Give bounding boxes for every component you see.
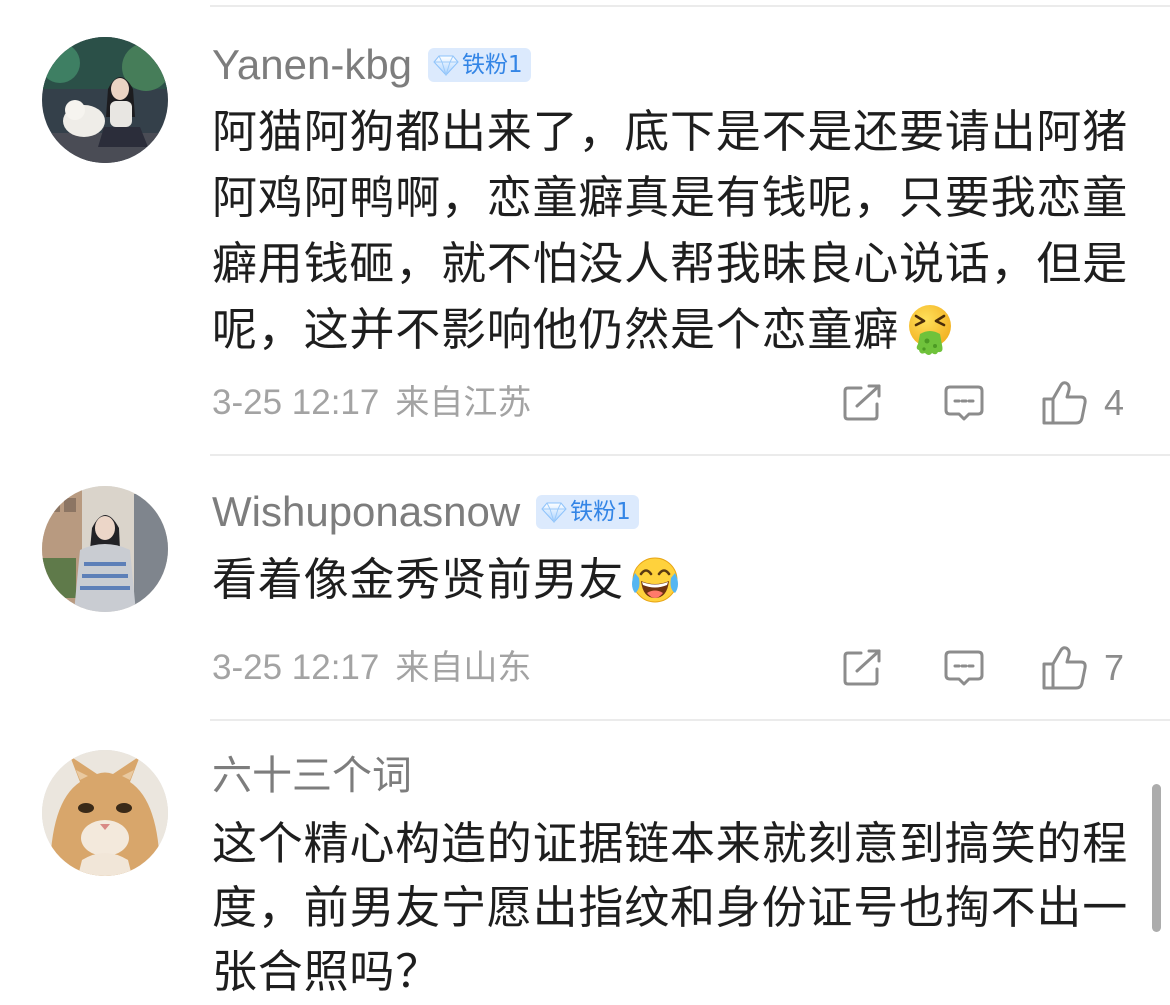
comment-icon xyxy=(944,650,984,686)
vomiting-face-emoji xyxy=(903,303,957,357)
comment-text-segment: 呢，这并不影响他仍然是个恋童癖 xyxy=(212,303,900,356)
username[interactable]: Yanen-kbg xyxy=(212,40,412,90)
share-icon xyxy=(843,384,881,421)
reply-button[interactable] xyxy=(943,384,985,422)
comment-meta: 3-25 12:17 来自江苏 xyxy=(212,383,531,423)
fan-badge[interactable]: 铁粉1 xyxy=(536,495,639,529)
comment-icon xyxy=(944,385,984,421)
thumbs-up-icon xyxy=(1042,646,1087,690)
comment-text-line: 张合照吗？ xyxy=(212,945,442,998)
divider xyxy=(210,719,1170,721)
avatar-image xyxy=(42,750,168,876)
avatar[interactable] xyxy=(42,750,168,876)
comment-text-line: 这个精心构造的证据链本来就刻意到搞笑的程 xyxy=(212,817,1129,870)
comment-text-line: 阿猫阿狗都出来了，底下是不是还要请出阿猪 xyxy=(212,105,1129,158)
laughing-crying-emoji xyxy=(628,553,682,607)
diamond-icon xyxy=(433,54,459,76)
comment-text-line: 度，前男友宁愿出指纹和身份证号也掏不出一 xyxy=(212,881,1129,934)
divider xyxy=(210,5,1170,7)
badge-label: 铁粉1 xyxy=(570,499,631,525)
avatar-image xyxy=(42,486,168,612)
like-button[interactable] xyxy=(1040,645,1088,691)
scrollbar[interactable] xyxy=(1152,784,1161,932)
thumbs-up-icon xyxy=(1042,381,1087,425)
comment-header: 六十三个词 xyxy=(212,751,412,801)
like-count: 7 xyxy=(1104,647,1125,688)
username[interactable]: 六十三个词 xyxy=(212,751,412,801)
like-count: 4 xyxy=(1104,382,1125,423)
avatar[interactable] xyxy=(42,37,168,163)
share-button[interactable] xyxy=(841,649,883,687)
badge-label: 铁粉1 xyxy=(462,52,523,78)
comment-text-line-last: 呢，这并不影响他仍然是个恋童癖 xyxy=(212,297,1142,363)
comment-text-line: 看着像金秀贤前男友 xyxy=(212,547,1142,613)
comment-text: 阿猫阿狗都出来了，底下是不是还要请出阿猪 阿鸡阿鸭啊，恋童癖真是有钱呢，只要我恋… xyxy=(212,99,1142,363)
comment-text-line: 癖用钱砸，就不怕没人帮我昧良心说话，但是 xyxy=(212,237,1129,290)
comment-text: 看着像金秀贤前男友 xyxy=(212,547,1142,613)
diamond-icon xyxy=(541,501,567,523)
divider xyxy=(210,454,1170,456)
comment-location: 来自江苏 xyxy=(395,383,532,423)
comment-text-segment: 看着像金秀贤前男友 xyxy=(212,553,625,606)
comment-header: Yanen-kbg 铁粉1 xyxy=(212,40,531,90)
comment-meta: 3-25 12:17 来自山东 xyxy=(212,648,531,688)
share-icon xyxy=(843,649,881,686)
comment-text: 这个精心构造的证据链本来就刻意到搞笑的程 度，前男友宁愿出指纹和身份证号也掏不出… xyxy=(212,812,1142,1004)
avatar-image xyxy=(42,37,168,163)
like-button[interactable] xyxy=(1040,380,1088,426)
fan-badge[interactable]: 铁粉1 xyxy=(428,48,531,82)
username[interactable]: Wishuponasnow xyxy=(212,487,520,537)
share-button[interactable] xyxy=(841,384,883,422)
avatar[interactable] xyxy=(42,486,168,612)
reply-button[interactable] xyxy=(943,649,985,687)
comment-location: 来自山东 xyxy=(395,648,532,688)
comment-time: 3-25 12:17 xyxy=(212,383,380,422)
comment-text-line: 阿鸡阿鸭啊，恋童癖真是有钱呢，只要我恋童 xyxy=(212,171,1129,224)
comment-header: Wishuponasnow 铁粉1 xyxy=(212,487,639,537)
comment-time: 3-25 12:17 xyxy=(212,648,380,687)
